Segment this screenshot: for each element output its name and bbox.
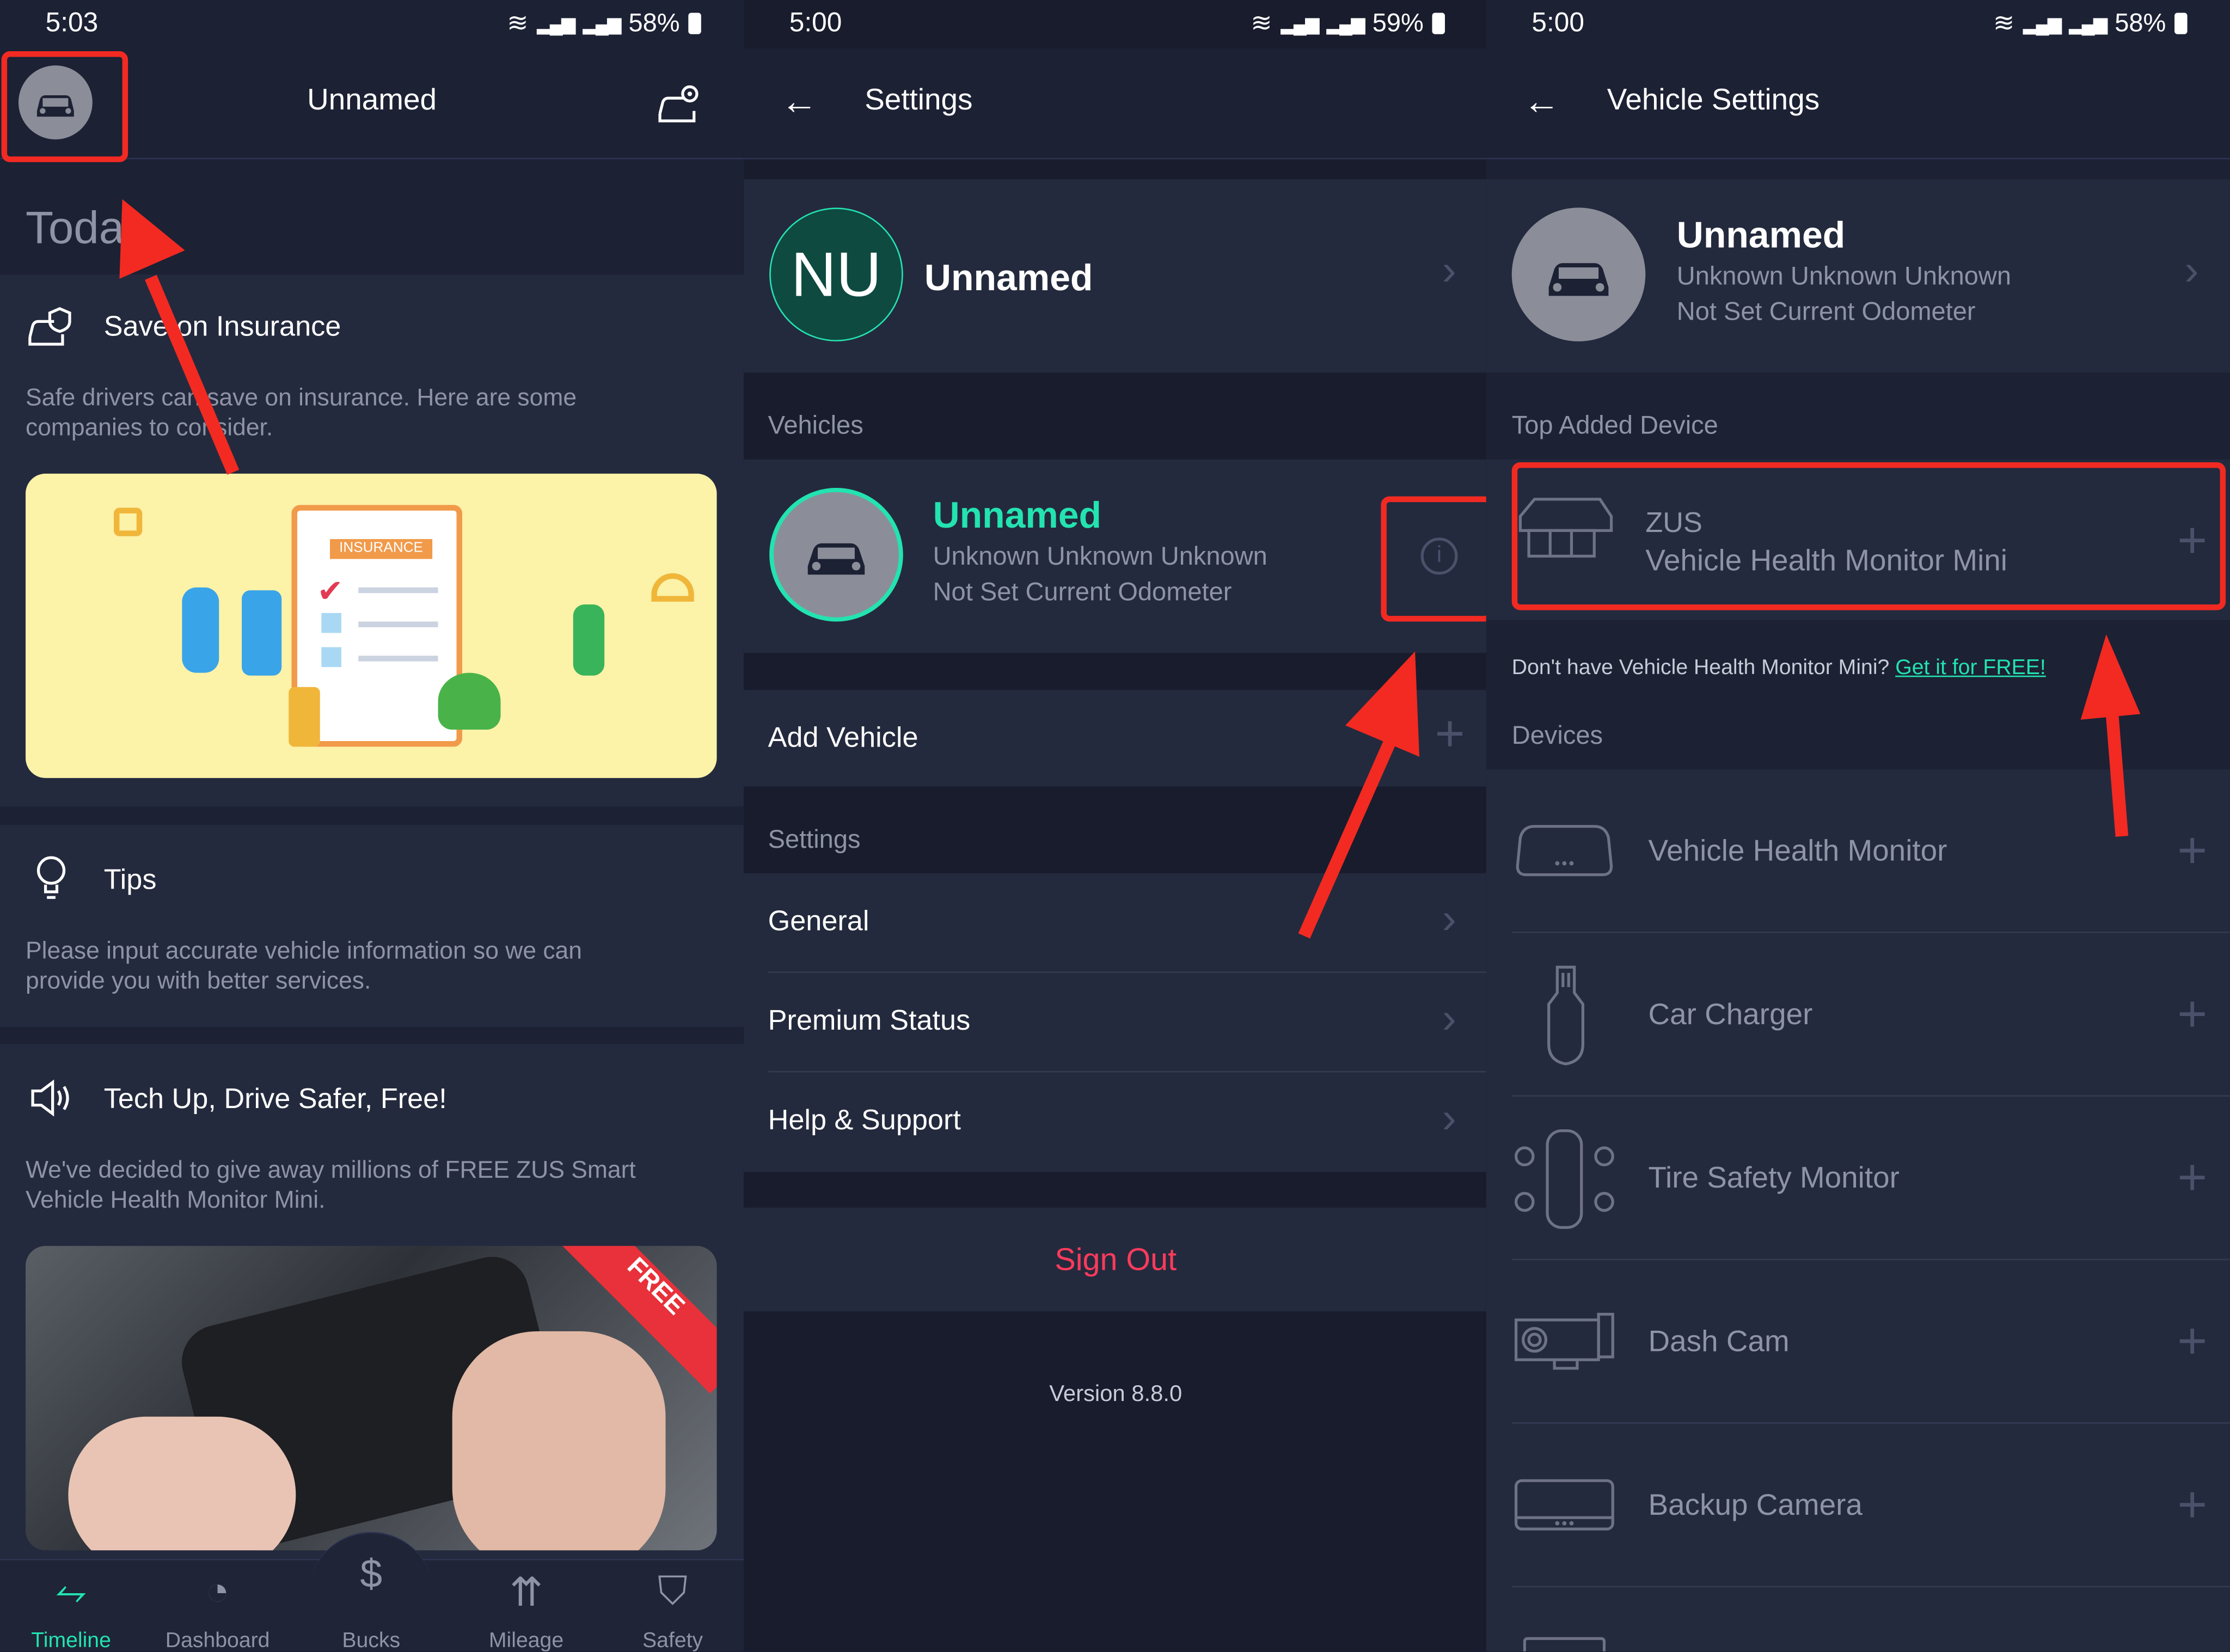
plus-icon: + <box>2177 1148 2208 1207</box>
megaphone-icon <box>31 1079 69 1117</box>
card-body: Please input accurate vehicle informatio… <box>26 937 582 994</box>
backup-camera-icon <box>1514 1479 1614 1531</box>
partial-device-icon <box>1523 1637 1606 1651</box>
device-photo: FREE <box>26 1246 717 1551</box>
annotation-arrow <box>1298 651 1419 939</box>
plus-icon: + <box>2177 1311 2208 1370</box>
card-title: Tech Up, Drive Safer, Free! <box>103 1084 447 1115</box>
annotation-arrow <box>119 199 240 475</box>
promo-card[interactable]: Tech Up, Drive Safer, Free! We've decide… <box>0 1044 744 1559</box>
nav-bucks[interactable]: $ Bucks <box>300 1532 442 1651</box>
bottom-navigation: ⥊ Timeline ◔ Dashboard $ Bucks ⇈ Mileage… <box>0 1532 744 1651</box>
card-body: We've decided to give away millions of F… <box>26 1156 636 1214</box>
shield-icon: ⛉ <box>658 1569 688 1613</box>
money-bag-icon: $ <box>360 1551 383 1596</box>
settings-screen: 5:00 ≋ ▂▄▆ ▂▄▆ 59% ← Settings NU Unnamed… <box>744 0 1488 1651</box>
timeline-screen: 5:03 ≋ ▂▄▆ ▂▄▆ 58% Unnamed Today Save on… <box>0 0 744 1651</box>
device-row-backup-camera[interactable]: Backup Camera + <box>1511 1424 2230 1588</box>
tire-monitor-icon <box>1514 1129 1614 1229</box>
chevron-right-icon: › <box>1442 995 1456 1043</box>
gauge-icon: ◔ <box>205 1569 230 1613</box>
annotation-arrow <box>2080 634 2141 837</box>
sign-out-button[interactable]: Sign Out <box>744 1241 1487 1278</box>
sign-out-row[interactable]: Sign Out <box>744 1207 1488 1312</box>
device-row-tire-safety-monitor[interactable]: Tire Safety Monitor + <box>1511 1097 2230 1261</box>
chevron-right-icon: › <box>1442 1095 1456 1142</box>
vehicle-settings-screen: 5:00 ≋ ▂▄▆ ▂▄▆ 58% ← Vehicle Settings Un… <box>1486 0 2230 1651</box>
nav-timeline[interactable]: ⥊ Timeline <box>0 1561 142 1651</box>
dash-cam-icon <box>1514 1313 1614 1370</box>
nav-dashboard[interactable]: ◔ Dashboard <box>146 1561 289 1651</box>
lightbulb-icon <box>36 856 66 899</box>
nav-safety[interactable]: ⛉ Safety <box>602 1561 744 1651</box>
road-icon: ⇈ <box>509 1570 543 1614</box>
plus-icon: + <box>2177 1474 2208 1533</box>
timeline-icon: ⥊ <box>55 1569 87 1613</box>
settings-item-help[interactable]: Help & Support › <box>768 1073 1488 1172</box>
nav-mileage[interactable]: ⇈ Mileage <box>455 1561 597 1651</box>
tips-card[interactable]: Tips Please input accurate vehicle infor… <box>0 825 744 1027</box>
version-text: Version 8.8.0 <box>1049 1382 1183 1407</box>
card-title: Tips <box>103 865 157 896</box>
device-row-dash-cam[interactable]: Dash Cam + <box>1511 1260 2230 1424</box>
